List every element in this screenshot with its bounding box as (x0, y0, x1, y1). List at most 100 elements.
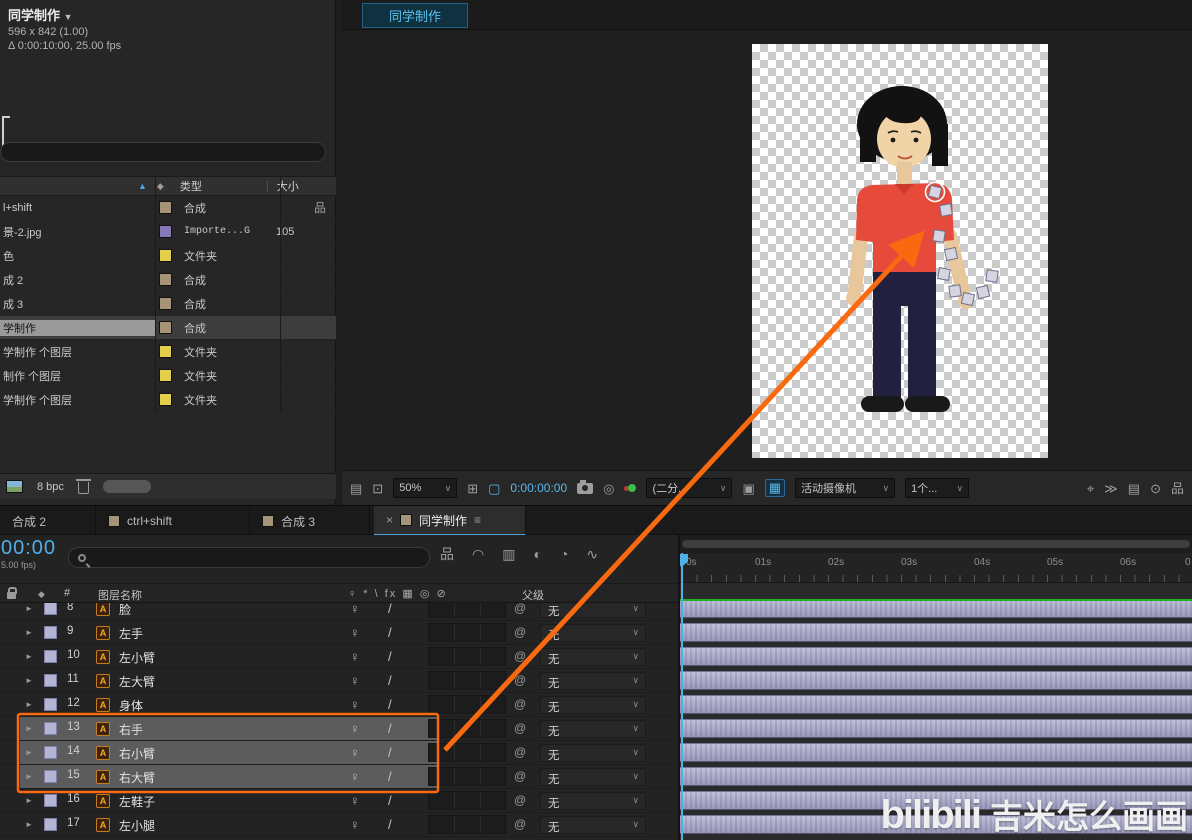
work-area-indicator[interactable] (680, 599, 1192, 601)
project-item-row[interactable]: 成 2 合成 (0, 268, 336, 292)
interpret-footage-icon[interactable] (6, 480, 23, 493)
timeline-tab[interactable]: ctrl+shift (96, 506, 250, 536)
quality-switch-icon[interactable]: / (388, 721, 392, 736)
project-item-row[interactable]: 景-2.jpg Importe...G 105 (0, 220, 336, 244)
project-search-input[interactable] (0, 142, 326, 162)
layer-name[interactable]: 脸 (119, 601, 131, 618)
layer-switch-cells[interactable] (428, 671, 506, 690)
parent-pickwhip-icon[interactable]: @ (514, 697, 526, 711)
layer-duration-bar[interactable] (680, 741, 1192, 765)
project-item-row[interactable]: 制作 个图层 文件夹 (0, 364, 336, 388)
quality-switch-icon[interactable]: / (388, 625, 392, 640)
goal-target-icon[interactable]: ⌖ (1087, 482, 1094, 495)
shy-layers-icon[interactable]: ◠ (472, 547, 484, 561)
current-time-indicator[interactable] (681, 553, 683, 840)
expand-arrow-icon[interactable]: ► (25, 772, 33, 781)
time-ruler[interactable]: 0s 01s 02s 03s 04s 05s 06s 0 (680, 553, 1192, 583)
region-of-interest-icon[interactable]: ▣ (742, 482, 754, 495)
quality-switch-icon[interactable]: / (388, 817, 392, 832)
layer-row[interactable]: ► 17 A 左小腿 ♀ / @ 无 ∨ (0, 813, 678, 837)
layer-row-selected[interactable]: ► 15 A 右大臂 ♀ / @ 无 ∨ (0, 765, 678, 789)
sort-ascending-icon[interactable]: ▲ (138, 181, 147, 191)
graph-editor-icon[interactable]: ∿ (586, 547, 598, 561)
layer-search-input[interactable] (68, 547, 430, 568)
resolution-dropdown[interactable]: (二分... ∨ (646, 478, 733, 498)
composition-viewer[interactable] (342, 30, 1192, 470)
parent-column-header[interactable]: 父级 (522, 587, 544, 603)
project-item-row[interactable]: 色 文件夹 (0, 244, 336, 268)
parent-pickwhip-icon[interactable]: @ (514, 817, 526, 831)
item-color-swatch[interactable] (159, 225, 172, 238)
monitor-icon[interactable]: ⊡ (372, 482, 383, 495)
item-color-swatch[interactable] (159, 345, 172, 358)
project-columns-header[interactable]: ▲ ◆ 类型 | 大小 (0, 176, 336, 196)
number-column-header[interactable]: # (64, 587, 70, 599)
layer-row-selected[interactable]: ► 13 A 右手 ♀ / @ 无 ∨ (0, 717, 678, 741)
quality-switch-icon[interactable]: / (388, 649, 392, 664)
quality-switch-icon[interactable]: / (388, 601, 392, 616)
item-color-swatch[interactable] (159, 393, 172, 406)
item-color-swatch[interactable] (159, 369, 172, 382)
label-column-icon[interactable]: ◆ (157, 181, 164, 192)
comp-flowchart-icon[interactable]: 品 (1171, 482, 1184, 495)
close-icon[interactable]: × (386, 513, 393, 527)
item-color-swatch[interactable] (159, 201, 172, 214)
item-color-swatch[interactable] (159, 297, 172, 310)
transparency-grid-icon[interactable]: ▦ (764, 479, 786, 497)
layer-color-swatch[interactable] (44, 698, 57, 711)
expand-arrow-icon[interactable]: ► (25, 724, 33, 733)
layer-color-swatch[interactable] (44, 674, 57, 687)
parent-dropdown[interactable]: 无 ∨ (540, 768, 646, 786)
navigator-handle[interactable] (682, 540, 1190, 548)
item-color-swatch[interactable] (159, 249, 172, 262)
parent-dropdown[interactable]: 无 ∨ (540, 648, 646, 666)
parent-pickwhip-icon[interactable]: @ (514, 793, 526, 807)
parent-pickwhip-icon[interactable]: @ (514, 625, 526, 639)
channel-color-icon[interactable] (624, 483, 637, 493)
timeline-track-area[interactable]: 0s 01s 02s 03s 04s 05s 06s 0 bilibili 吉米… (680, 535, 1192, 840)
expand-arrow-icon[interactable]: ► (25, 676, 33, 685)
collapse-transform-icon[interactable]: ♀ (350, 697, 360, 712)
layer-switch-cells[interactable] (428, 815, 506, 834)
layer-duration-bar[interactable] (680, 621, 1192, 645)
collapse-transform-icon[interactable]: ♀ (350, 769, 360, 784)
project-item-row[interactable]: l+shift 合成 品 (0, 196, 336, 220)
collapse-transform-icon[interactable]: ♀ (350, 793, 360, 808)
safe-margins-icon[interactable]: ▢ (488, 482, 500, 495)
chevron-down-icon[interactable]: ▼ (64, 12, 73, 22)
layer-switch-cells[interactable] (428, 695, 506, 714)
fast-previews-icon[interactable]: ≫ (1104, 482, 1118, 495)
parent-dropdown[interactable]: 无 ∨ (540, 672, 646, 690)
expand-arrow-icon[interactable]: ► (25, 796, 33, 805)
layer-row[interactable]: ► 10 A 左小臂 ♀ / @ 无 ∨ (0, 645, 678, 669)
mini-flowchart-icon[interactable]: 品 (440, 547, 454, 561)
item-color-swatch[interactable] (159, 273, 172, 286)
parent-dropdown[interactable]: 无 ∨ (540, 816, 646, 834)
quality-switch-icon[interactable]: / (388, 673, 392, 688)
layer-switch-cells[interactable] (428, 719, 506, 738)
layer-row[interactable]: ► 9 A 左手 ♀ / @ 无 ∨ (0, 621, 678, 645)
layer-color-swatch[interactable] (44, 602, 57, 615)
collapse-transform-icon[interactable]: ♀ (350, 601, 360, 616)
project-item-row[interactable]: 成 3 合成 (0, 292, 336, 316)
item-color-swatch[interactable] (159, 321, 172, 334)
panel-menu-icon[interactable]: ≡ (474, 513, 481, 527)
layer-row[interactable]: ► 16 A 左鞋子 ♀ / @ 无 ∨ (0, 789, 678, 813)
layer-color-swatch[interactable] (44, 626, 57, 639)
layer-color-swatch[interactable] (44, 722, 57, 735)
layer-name[interactable]: 身体 (119, 697, 143, 714)
project-item-row[interactable]: 学制作 个图层 文件夹 (0, 388, 336, 412)
collapse-transform-icon[interactable]: ♀ (350, 625, 360, 640)
parent-dropdown[interactable]: 无 ∨ (540, 696, 646, 714)
parent-dropdown[interactable]: 无 ∨ (540, 744, 646, 762)
layer-duration-bar[interactable] (680, 669, 1192, 693)
timeline-view-icon[interactable]: ▤ (1128, 482, 1140, 495)
layer-duration-bar[interactable] (680, 693, 1192, 717)
quality-switch-icon[interactable]: / (388, 769, 392, 784)
composition-canvas[interactable] (752, 44, 1048, 458)
layer-name[interactable]: 左大臂 (119, 673, 155, 690)
layer-color-swatch[interactable] (44, 746, 57, 759)
magnification-dropdown[interactable]: 50% ∨ (393, 478, 458, 498)
quality-switch-icon[interactable]: / (388, 793, 392, 808)
expand-arrow-icon[interactable]: ► (25, 604, 33, 613)
